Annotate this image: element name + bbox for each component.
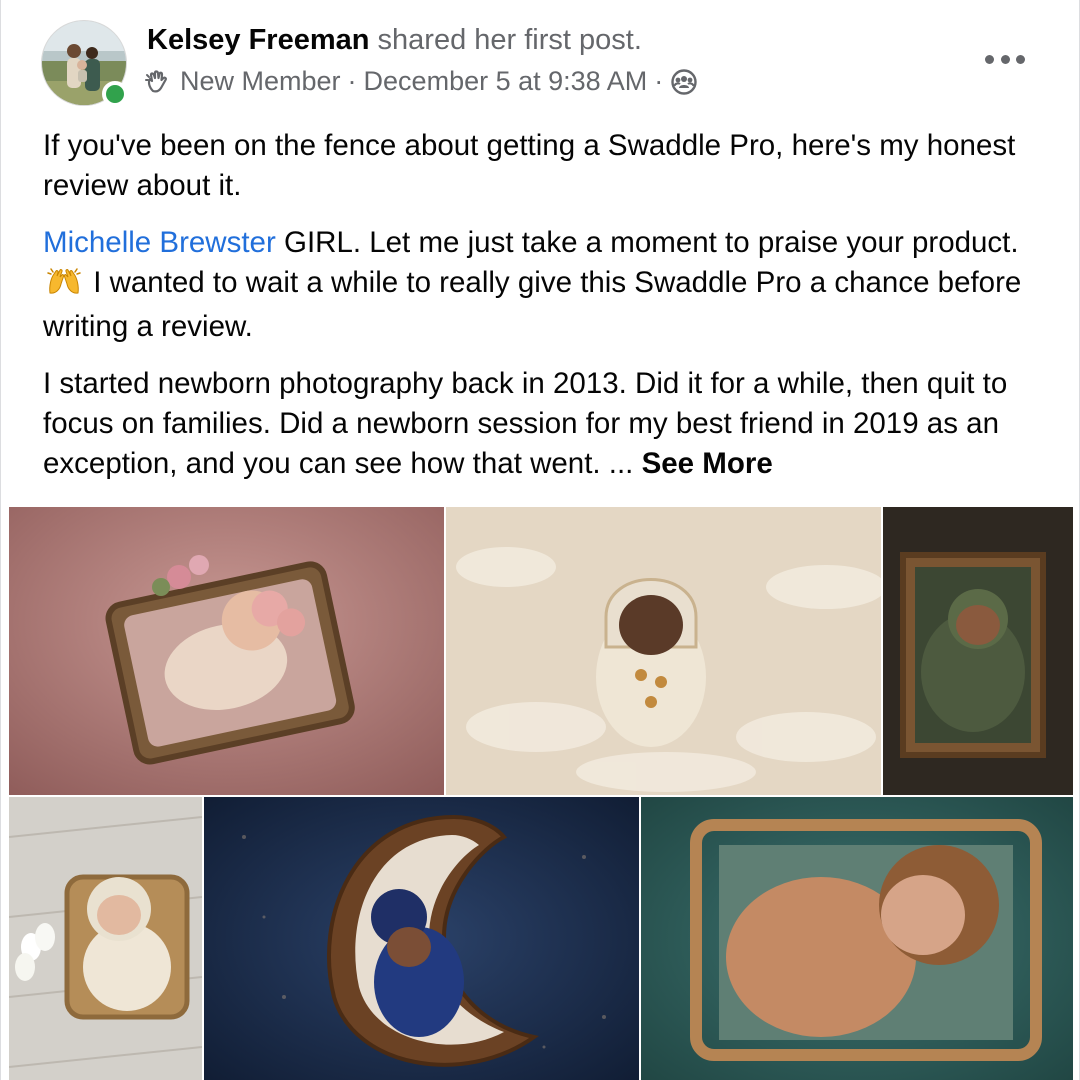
post-meta: New Member · December 5 at 9:38 AM · bbox=[145, 66, 698, 97]
newborn-cream-fur-photo[interactable] bbox=[446, 507, 881, 795]
meta-separator: · bbox=[654, 66, 664, 96]
post-action-text: shared her first post. bbox=[377, 24, 642, 56]
paragraph-2-text-b: I wanted to wait a while to really give … bbox=[43, 266, 1022, 343]
post-timestamp[interactable]: December 5 at 9:38 AM bbox=[364, 66, 648, 97]
waving-hand-icon bbox=[145, 69, 171, 95]
post-paragraph-3: I started newborn photography back in 20… bbox=[43, 364, 1053, 484]
more-dot bbox=[985, 54, 994, 64]
newborn-green-crate-photo[interactable] bbox=[883, 507, 1073, 795]
member-badge-label: New Member bbox=[180, 66, 341, 96]
paragraph-2-text-a: GIRL. Let me just take a moment to prais… bbox=[275, 226, 1019, 259]
paragraph-3-text: I started newborn photography back in 20… bbox=[43, 367, 1008, 480]
more-options-icon[interactable] bbox=[985, 48, 1025, 70]
post-paragraph-2: Michelle Brewster GIRL. Let me just take… bbox=[43, 223, 1053, 347]
see-more-link[interactable]: See More bbox=[642, 447, 773, 480]
more-dot bbox=[1016, 54, 1025, 64]
post-header-title: Kelsey Freeman shared her first post. bbox=[147, 24, 642, 57]
raising-hands-icon bbox=[47, 266, 81, 307]
online-status-indicator bbox=[102, 81, 128, 107]
author-name[interactable]: Kelsey Freeman bbox=[147, 24, 369, 56]
newborn-white-bonnet-photo[interactable] bbox=[9, 797, 202, 1080]
newborn-pink-basket-photo[interactable] bbox=[9, 507, 444, 795]
post-card: Kelsey Freeman shared her first post. Ne… bbox=[0, 0, 1080, 1080]
more-dot bbox=[1000, 54, 1010, 64]
mention-link[interactable]: Michelle Brewster bbox=[43, 226, 276, 259]
newborn-moon-bowl-photo[interactable] bbox=[204, 797, 639, 1080]
group-audience-icon bbox=[670, 68, 698, 96]
meta-separator: · bbox=[347, 66, 357, 96]
post-body: If you've been on the fence about gettin… bbox=[43, 126, 1053, 501]
newborn-rattan-bed-photo[interactable] bbox=[641, 797, 1073, 1080]
post-paragraph-1: If you've been on the fence about gettin… bbox=[43, 129, 1016, 202]
